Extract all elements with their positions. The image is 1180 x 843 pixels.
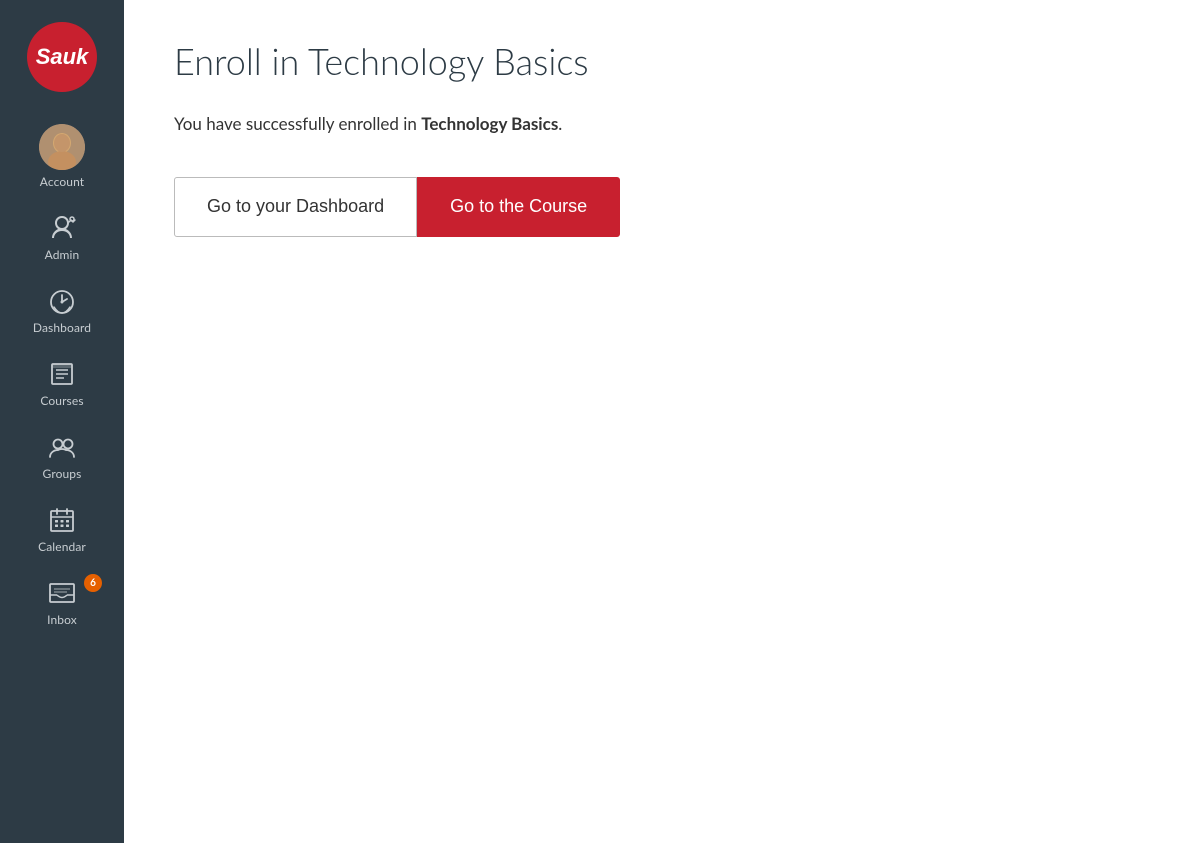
sidebar-item-inbox-label: Inbox — [47, 612, 77, 627]
sidebar-item-dashboard[interactable]: Dashboard — [0, 272, 124, 345]
logo[interactable]: Sauk — [0, 0, 124, 110]
sidebar-item-calendar-label: Calendar — [38, 539, 86, 554]
go-to-course-button[interactable]: Go to the Course — [417, 177, 620, 237]
sidebar-item-account[interactable]: Account — [0, 110, 124, 199]
sidebar-item-account-label: Account — [40, 174, 84, 189]
action-buttons: Go to your Dashboard Go to the Course — [174, 177, 1130, 237]
course-name: Technology Basics — [421, 113, 558, 134]
sidebar-item-courses-label: Courses — [40, 393, 83, 408]
inbox-badge: 6 — [84, 574, 102, 592]
sidebar-item-inbox[interactable]: 6 Inbox — [0, 564, 124, 637]
sidebar-nav: Account Admin — [0, 110, 124, 843]
sidebar-item-courses[interactable]: Courses — [0, 345, 124, 418]
logo-text: Sauk — [36, 46, 89, 68]
sidebar-item-admin-label: Admin — [45, 247, 80, 262]
page-title: Enroll in Technology Basics — [174, 40, 1130, 83]
avatar-image — [39, 124, 85, 170]
main-content: Enroll in Technology Basics You have suc… — [124, 0, 1180, 843]
avatar — [39, 124, 85, 170]
avatar-svg — [39, 124, 85, 170]
sidebar-item-groups[interactable]: Groups — [0, 418, 124, 491]
sidebar: Sauk Account — [0, 0, 124, 843]
groups-icon — [44, 432, 80, 462]
success-prefix: You have successfully enrolled in — [174, 113, 421, 134]
dashboard-icon — [44, 286, 80, 316]
sidebar-item-dashboard-label: Dashboard — [33, 320, 91, 335]
admin-icon — [44, 213, 80, 243]
sidebar-item-calendar[interactable]: Calendar — [0, 491, 124, 564]
sidebar-item-admin[interactable]: Admin — [0, 199, 124, 272]
success-message: You have successfully enrolled in Techno… — [174, 111, 1130, 137]
inbox-icon — [44, 578, 80, 608]
sidebar-item-groups-label: Groups — [43, 466, 82, 481]
calendar-icon — [44, 505, 80, 535]
go-to-dashboard-button[interactable]: Go to your Dashboard — [174, 177, 417, 237]
courses-icon — [44, 359, 80, 389]
success-suffix: . — [558, 113, 562, 134]
logo-circle: Sauk — [27, 22, 97, 92]
